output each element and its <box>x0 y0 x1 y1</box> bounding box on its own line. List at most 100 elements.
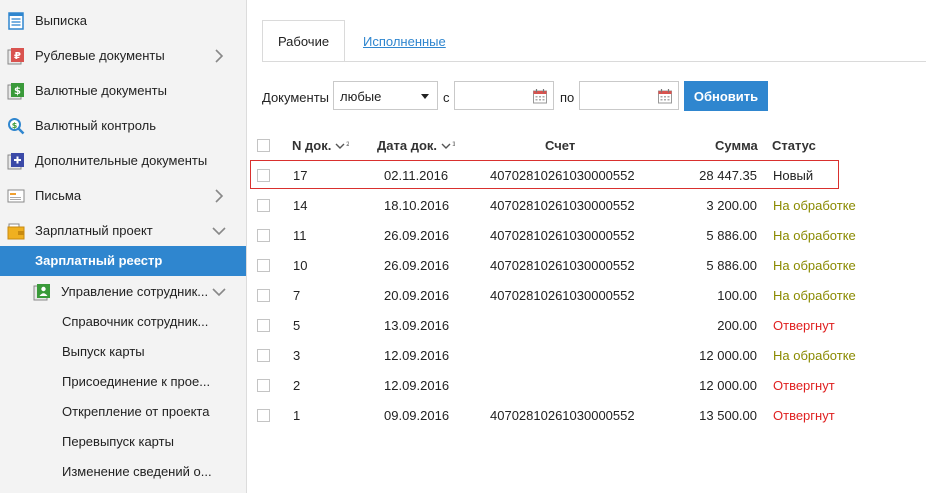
table-row[interactable]: 2 12.09.2016 12 000.00 Отвергнут <box>250 370 926 400</box>
cell-number: 7 <box>293 288 301 303</box>
cell-sum: 200.00 <box>717 318 757 333</box>
column-header-status[interactable]: Статус <box>772 138 816 153</box>
sidebar-item-statement[interactable]: Выписка <box>0 6 246 36</box>
chevron-right-icon[interactable] <box>212 189 226 203</box>
cell-date: 26.09.2016 <box>384 228 450 243</box>
column-header-label: Дата док. <box>377 138 438 153</box>
sort-desc-icon: 2 <box>335 139 351 154</box>
svg-text:$: $ <box>14 86 21 97</box>
cell-date: 18.10.2016 <box>384 198 450 213</box>
cell-status: Отвергнут <box>773 318 835 333</box>
sidebar-item-project-join[interactable]: Присоединение к прое... <box>0 367 246 397</box>
table-row[interactable]: 5 13.09.2016 200.00 Отвергнут <box>250 310 926 340</box>
table-row[interactable]: 11 26.09.2016 40702810261030000552 5 886.00… <box>250 220 926 250</box>
cell-status: Новый <box>773 168 814 183</box>
sidebar-item-label: Валютный контроль <box>35 118 157 133</box>
currency-document-icon: $ <box>7 82 25 100</box>
sidebar-item-additional-documents[interactable]: Дополнительные документы <box>0 146 246 176</box>
sidebar-item-label: Выписка <box>35 13 88 28</box>
column-header-sum[interactable]: Сумма <box>715 138 758 153</box>
sidebar-item-ruble-documents[interactable]: ₽ Рублевые документы <box>0 41 246 71</box>
date-from-field[interactable] <box>454 81 554 110</box>
cell-sum: 12 000.00 <box>699 348 757 363</box>
calendar-icon[interactable] <box>657 88 673 104</box>
sidebar-item-label: Выпуск карты <box>62 344 145 359</box>
table-row[interactable]: 3 12.09.2016 12 000.00 На обработке <box>250 340 926 370</box>
sidebar-item-label: Перевыпуск карты <box>62 434 174 449</box>
chevron-down-icon[interactable] <box>212 285 226 299</box>
sidebar-item-label: Дополнительные документы <box>35 153 208 168</box>
cell-account: 40702810261030000552 <box>490 168 635 183</box>
letter-icon <box>7 187 25 205</box>
cell-account: 40702810261030000552 <box>490 228 635 243</box>
refresh-button[interactable]: Обновить <box>684 81 768 111</box>
sidebar-item-card-reissue[interactable]: Перевыпуск карты <box>0 427 246 457</box>
cell-sum: 100.00 <box>717 288 757 303</box>
employee-folder-icon <box>33 283 51 301</box>
column-header-label: N док. <box>292 138 332 153</box>
cell-status: Отвергнут <box>773 408 835 423</box>
svg-text:$: $ <box>12 121 18 130</box>
cell-sum: 28 447.35 <box>699 168 757 183</box>
ruble-document-icon: ₽ <box>7 47 25 65</box>
table-row[interactable]: 17 02.11.2016 40702810261030000552 28 447.3… <box>250 160 926 190</box>
column-header-date[interactable]: Дата док. 1 <box>377 138 456 154</box>
cell-account: 40702810261030000552 <box>490 198 635 213</box>
date-to-field[interactable] <box>579 81 679 110</box>
cell-sum: 12 000.00 <box>699 378 757 393</box>
chevron-down-icon[interactable] <box>212 224 226 238</box>
table-row[interactable]: 10 26.09.2016 40702810261030000552 5 886.00… <box>250 250 926 280</box>
cell-date: 12.09.2016 <box>384 348 450 363</box>
sort-order-badge: 1 <box>452 141 455 148</box>
documents-label: Документы <box>262 90 330 105</box>
tab-working[interactable]: Рабочие <box>262 20 345 62</box>
sidebar-item-letters[interactable]: Письма <box>0 181 246 211</box>
sidebar-item-employee-management[interactable]: Управление сотрудник... <box>0 277 246 307</box>
cell-number: 17 <box>293 168 308 183</box>
tab-divider <box>262 61 926 62</box>
sidebar-item-label: Зарплатный проект <box>35 223 153 238</box>
cell-number: 11 <box>293 228 307 243</box>
tab-executed[interactable]: Исполненные <box>363 34 446 49</box>
table-row[interactable]: 7 20.09.2016 40702810261030000552 100.00 На … <box>250 280 926 310</box>
sidebar-item-label: Присоединение к прое... <box>62 374 211 389</box>
cell-sum: 5 886.00 <box>706 228 757 243</box>
sort-order-badge: 2 <box>346 141 349 148</box>
sidebar-item-salary-project[interactable]: Зарплатный проект <box>0 216 246 246</box>
sidebar-item-employee-directory[interactable]: Справочник сотрудник... <box>0 307 246 337</box>
cell-sum: 3 200.00 <box>706 198 757 213</box>
cell-date: 20.09.2016 <box>384 288 450 303</box>
cell-number: 3 <box>293 348 301 363</box>
table-row[interactable]: 14 18.10.2016 40702810261030000552 3 200.00… <box>250 190 926 220</box>
plus-document-icon <box>7 152 25 170</box>
cell-sum: 13 500.00 <box>699 408 757 423</box>
sidebar-item-currency-control[interactable]: $ Валютный контроль <box>0 111 246 141</box>
sidebar-item-card-issue[interactable]: Выпуск карты <box>0 337 246 367</box>
sidebar-item-label: Открепление от проекта <box>62 404 210 419</box>
svg-text:₽: ₽ <box>14 51 21 62</box>
sidebar-item-currency-documents[interactable]: $ Валютные документы <box>0 76 246 106</box>
sidebar-item-salary-register[interactable]: Зарплатный реестр <box>0 246 246 276</box>
sidebar-item-change-details[interactable]: Изменение сведений о... <box>0 457 246 487</box>
sidebar-item-project-detach[interactable]: Открепление от проекта <box>0 397 246 427</box>
cell-status: На обработке <box>773 288 856 303</box>
cell-status: На обработке <box>773 198 856 213</box>
sidebar-item-label: Зарплатный реестр <box>35 253 163 268</box>
cell-date: 13.09.2016 <box>384 318 450 333</box>
statement-icon <box>7 12 25 30</box>
calendar-icon[interactable] <box>532 88 548 104</box>
cell-date: 12.09.2016 <box>384 378 450 393</box>
cell-number: 2 <box>293 378 301 393</box>
date-to-label: по <box>560 90 575 105</box>
sidebar-item-label: Письма <box>35 188 82 203</box>
chevron-right-icon[interactable] <box>212 49 226 63</box>
cell-status: Отвергнут <box>773 378 835 393</box>
documents-select-value: любые <box>340 89 382 104</box>
column-header-account[interactable]: Счет <box>545 138 575 153</box>
documents-select[interactable]: любые <box>333 81 438 110</box>
select-all-checkbox[interactable] <box>257 139 270 152</box>
table-row[interactable]: 1 09.09.2016 40702810261030000552 13 500.00… <box>250 400 926 430</box>
cell-status: На обработке <box>773 348 856 363</box>
cell-date: 09.09.2016 <box>384 408 450 423</box>
column-header-number[interactable]: N док. 2 <box>292 138 351 154</box>
